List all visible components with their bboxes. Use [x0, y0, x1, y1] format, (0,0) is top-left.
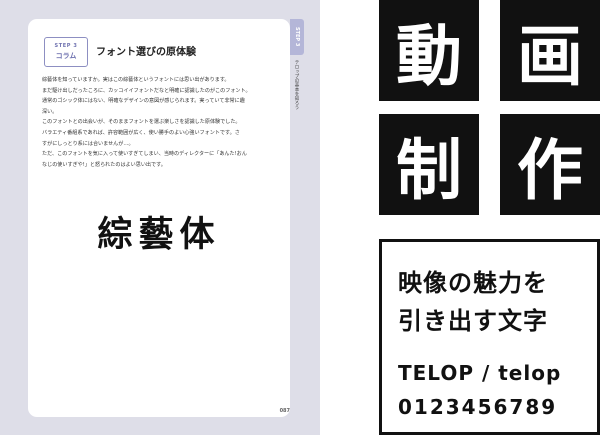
side-step-tab: STEP 3 — [290, 19, 304, 55]
paragraph-line: 通常のゴシック体にはない、明確なデザインの意図が感じられます。実っていて非常に趣 — [42, 98, 245, 105]
sample-digits-line: 0123456789 — [398, 395, 558, 419]
sample-latin-line: TELOP / telop — [398, 361, 562, 385]
paragraph-line: なじの使いすぎや!」と怒られたのはよい思い出です。 — [42, 161, 166, 168]
kanji-tile: 制 — [379, 114, 479, 215]
font-sample-box: 映像の魅力を 引き出す文字 TELOP / telop 0123456789 — [379, 239, 600, 435]
sample-japanese-line-2: 引き出す文字 — [398, 307, 548, 335]
page-number: 087 — [279, 408, 290, 414]
body-text: 綜藝体を知っていますか。実はこの綜藝体というフォントには思い出があります。 まだ… — [42, 75, 278, 170]
kanji-tile: 動 — [379, 0, 479, 101]
column-label: コラム — [55, 52, 77, 60]
kanji-tile: 作 — [500, 114, 600, 215]
font-sample-heading: 綜藝体 — [97, 215, 221, 255]
sample-japanese-line-1: 映像の魅力を — [398, 269, 548, 297]
paragraph-line: このフォントとの出会いが、そのままフォントを選ぶ楽しさを認識した原体験でした。 — [42, 119, 241, 126]
step-badge: STEP 3 コラム — [44, 37, 88, 67]
side-caption: テロップの基本を知ろう — [294, 60, 299, 110]
paragraph-line: ただ、このフォントを気に入って使いすぎてしまい、当時のディレクターに「あんた!お… — [42, 151, 247, 158]
book-page: STEP 3 コラム フォント選びの原体験 綜藝体を知っていますか。実はこの綜藝… — [28, 19, 290, 417]
paragraph-line: 深い。 — [42, 108, 58, 115]
paragraph-line: まだ駆け出しだったころに、カッコイイフォントだなと明確に認識したのがこのフォント… — [42, 87, 251, 94]
paragraph-line: すがにしっとり系には合いませんが…。 — [42, 140, 134, 147]
kanji-tile: 画 — [500, 0, 600, 101]
step-label: STEP 3 — [54, 43, 78, 49]
page-title: フォント選びの原体験 — [96, 47, 196, 58]
paragraph-line: 綜藝体を知っていますか。実はこの綜藝体というフォントには思い出があります。 — [42, 77, 230, 83]
paragraph-line: バラエティ番組系であれば、許容範囲が広く、使い勝手のよい心強いフォントです。さ — [42, 129, 240, 136]
